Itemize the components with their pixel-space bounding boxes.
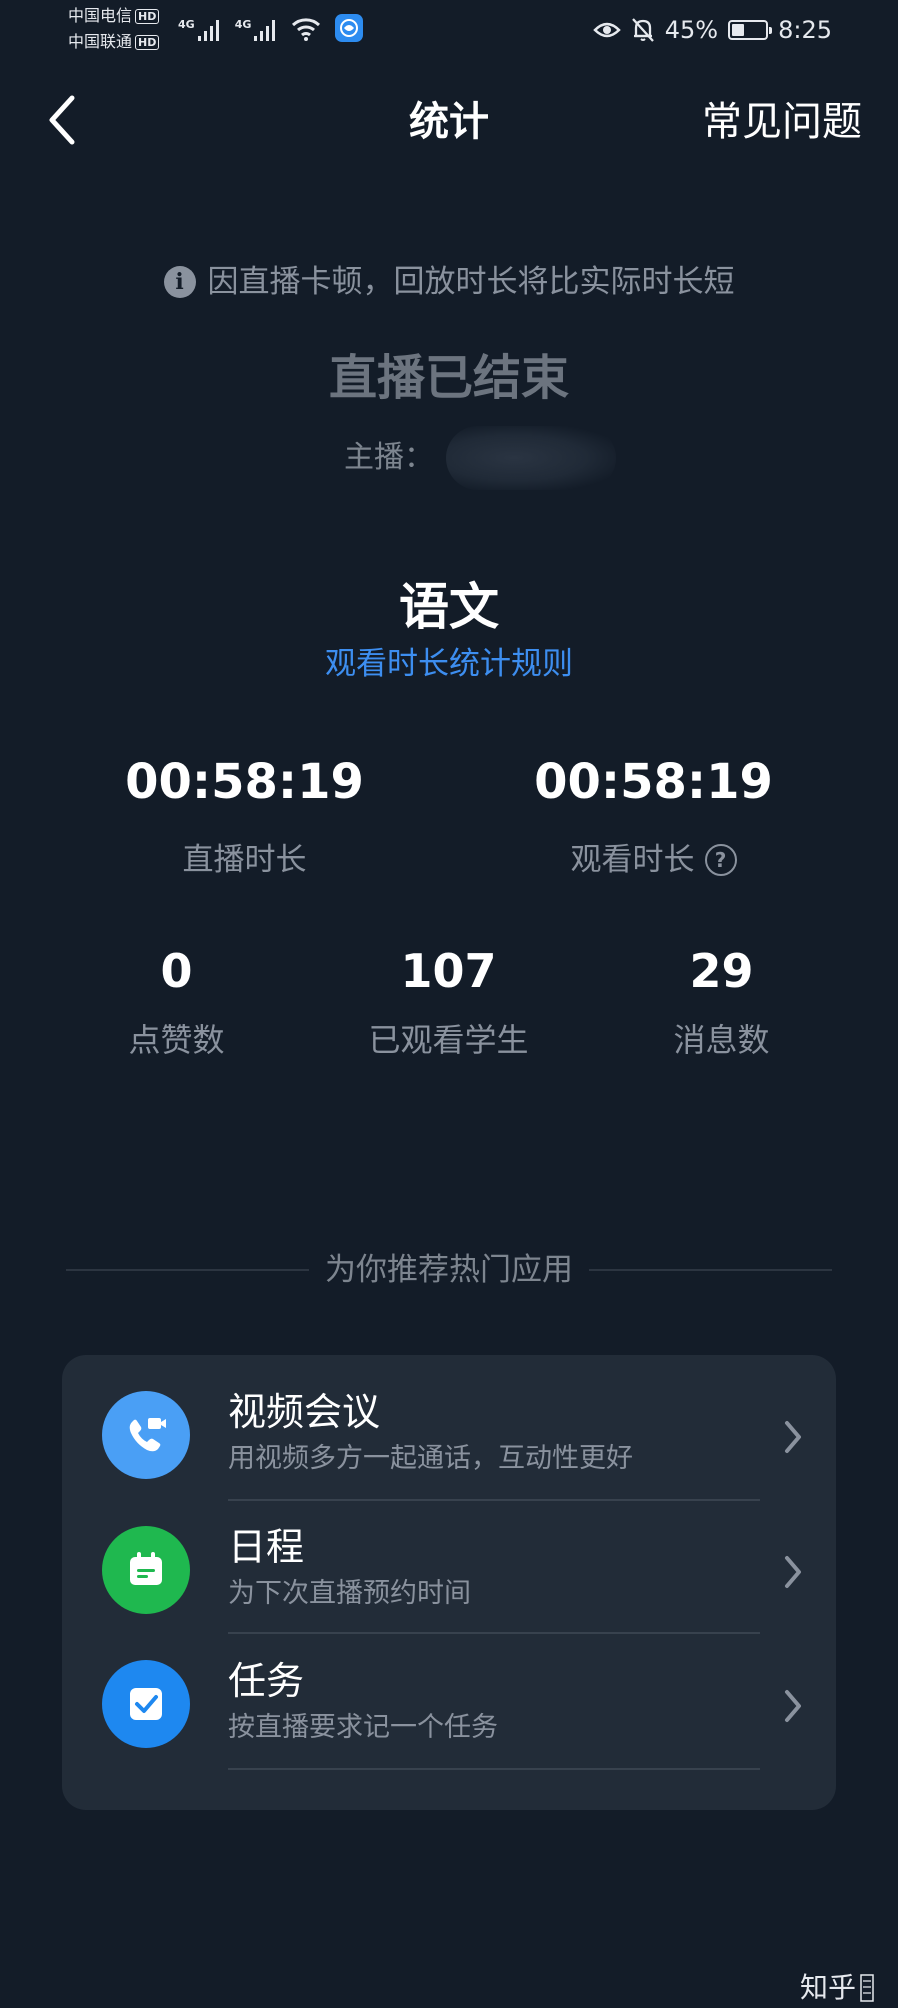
notice-text: 因直播卡顿，回放时长将比实际时长短	[207, 264, 735, 300]
chevron-right-icon	[785, 1421, 801, 1453]
stat-label: 已观看学生	[368, 1021, 529, 1059]
calendar-icon	[102, 1526, 190, 1614]
stat-label: 点赞数	[128, 1021, 225, 1059]
stat-value: 00:58:19	[125, 754, 364, 810]
subject-title: 语文	[399, 578, 499, 636]
stat-messages: 29 消息数	[572, 940, 871, 1064]
divider	[66, 1269, 309, 1271]
app-notification-icon	[335, 14, 364, 42]
carrier-2: 中国联通 HD	[68, 32, 160, 52]
host-name-blurred	[446, 426, 616, 490]
host-label: 主播：	[344, 440, 434, 475]
faq-button[interactable]: 常见问题	[702, 94, 862, 150]
stat-value: 00:58:19	[534, 754, 773, 810]
carrier-1: 中国电信 HD	[68, 6, 160, 26]
app-row-task[interactable]: 任务 按直播要求记一个任务	[62, 1624, 836, 1770]
battery-icon	[728, 20, 773, 40]
stat-watch-duration: 00:58:19 观看时长 ?	[429, 750, 878, 884]
stat-value: 0	[160, 944, 193, 998]
stat-label: 消息数	[673, 1021, 770, 1059]
chevron-right-icon	[785, 1690, 801, 1722]
stat-value: 29	[689, 944, 754, 998]
stat-live-duration: 00:58:19 直播时长	[20, 750, 469, 884]
task-check-icon	[102, 1660, 190, 1748]
stat-likes: 0 点赞数	[27, 940, 326, 1064]
status-right: 45% 8:25	[592, 12, 832, 48]
stat-label: 观看时长 ?	[429, 836, 878, 884]
battery-percent: 45%	[664, 16, 719, 44]
hd-badge: HD	[135, 9, 160, 24]
info-icon: i	[163, 266, 196, 298]
replay-notice: i 因直播卡顿，回放时长将比实际时长短	[0, 258, 898, 306]
stat-label: 直播时长	[182, 842, 307, 878]
recommend-title: 为你推荐热门应用	[325, 1252, 573, 1288]
hd-badge: HD	[135, 35, 160, 50]
watermark: 知乎	[800, 1968, 874, 2008]
chevron-right-icon	[785, 1556, 801, 1588]
app-desc: 按直播要求记一个任务	[228, 1712, 498, 1743]
stat-value: 107	[400, 944, 497, 998]
divider	[589, 1269, 832, 1271]
app-name: 任务	[228, 1659, 305, 1703]
app-name: 日程	[228, 1525, 305, 1569]
bell-muted-icon	[631, 18, 654, 42]
app-desc: 为下次直播预约时间	[228, 1578, 471, 1609]
live-status: 直播已结束	[328, 350, 569, 406]
signal-icon: 4G	[178, 18, 221, 42]
clock: 8:25	[778, 16, 832, 44]
divider	[228, 1768, 760, 1770]
signal-icon: 4G	[235, 18, 278, 42]
wifi-icon	[292, 18, 321, 41]
status-bar: 中国电信 HD 中国联通 HD 4G 4G 45% 8:25	[0, 0, 898, 60]
recommend-header: 为你推荐热门应用	[66, 1246, 832, 1294]
watermark-glyph-icon	[860, 1974, 874, 2002]
help-icon[interactable]: ?	[704, 844, 737, 876]
video-call-icon	[102, 1391, 190, 1479]
app-row-schedule[interactable]: 日程 为下次直播预约时间	[62, 1490, 836, 1634]
host-row: 主播：	[344, 426, 616, 490]
app-row-video-meeting[interactable]: 视频会议 用视频多方一起通话，互动性更好	[62, 1355, 836, 1501]
signal-group: 4G 4G	[178, 14, 364, 42]
stat-students-watched: 107 已观看学生	[299, 940, 598, 1064]
app-name: 视频会议	[228, 1390, 381, 1434]
app-desc: 用视频多方一起通话，互动性更好	[228, 1443, 633, 1474]
recommend-card: 视频会议 用视频多方一起通话，互动性更好 日程 为下次直播预约时间 任务 按直播…	[62, 1355, 836, 1810]
watch-rules-link[interactable]: 观看时长统计规则	[0, 640, 898, 688]
eye-icon	[592, 22, 621, 38]
